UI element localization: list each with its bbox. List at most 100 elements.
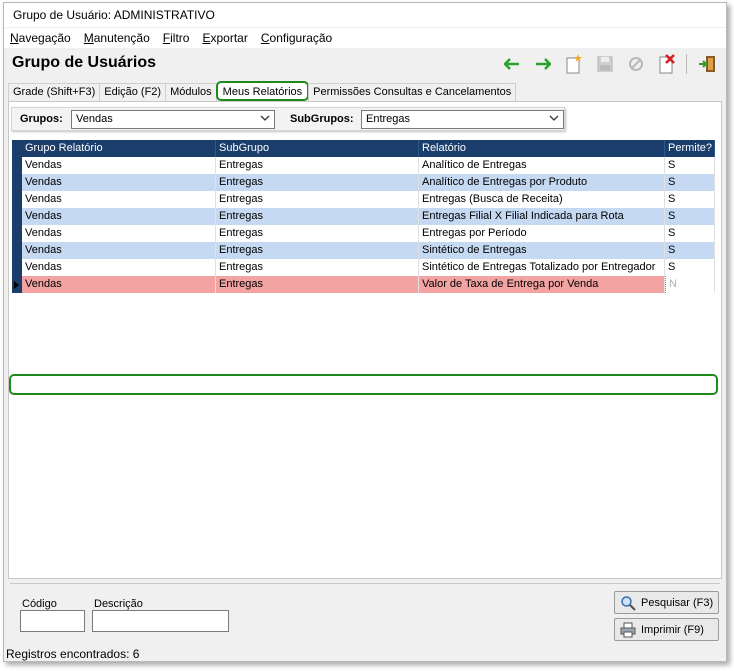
- cell-relatorio: Sintético de Entregas Totalizado por Ent…: [419, 259, 665, 276]
- row-indicator: [12, 242, 22, 259]
- cell-relatorio: Entregas Filial X Filial Indicada para R…: [419, 208, 665, 225]
- arrow-right-icon[interactable]: [532, 53, 554, 75]
- cell-grupo: Vendas: [22, 225, 216, 242]
- cell-subgrupo: Entregas: [216, 174, 419, 191]
- table-row[interactable]: Vendas Entregas Analítico de Entregas S: [12, 157, 715, 174]
- cell-relatorio: Analítico de Entregas por Produto: [419, 174, 665, 191]
- descricao-label: Descrição: [94, 598, 143, 610]
- cell-grupo: Vendas: [22, 242, 216, 259]
- row-indicator: [12, 157, 22, 174]
- pesquisar-label: Pesquisar (F3): [641, 596, 714, 609]
- menu-exportar[interactable]: Exportar: [202, 31, 247, 45]
- cell-permite[interactable]: S: [665, 174, 715, 191]
- delete-icon[interactable]: [656, 53, 678, 75]
- search-icon: [620, 595, 636, 611]
- cell-subgrupo: Entregas: [216, 191, 419, 208]
- row-indicator: [12, 259, 22, 276]
- cell-permite[interactable]: S: [665, 208, 715, 225]
- row-indicator: [12, 276, 22, 293]
- subgrupos-label: SubGrupos:: [290, 113, 354, 125]
- cell-subgrupo: Entregas: [216, 225, 419, 242]
- codigo-field[interactable]: [20, 610, 85, 632]
- search-area: Código Descrição Pesquisar (F3) Imprimir…: [8, 583, 722, 645]
- current-row-arrow-icon: [14, 281, 19, 289]
- pesquisar-button[interactable]: Pesquisar (F3): [614, 591, 719, 614]
- new-document-icon[interactable]: [563, 53, 585, 75]
- tab-modulos[interactable]: Módulos: [165, 83, 217, 101]
- cell-subgrupo: Entregas: [216, 208, 419, 225]
- toolbar: [492, 53, 718, 75]
- cell-grupo: Vendas: [22, 259, 216, 276]
- tab-meus-relatorios[interactable]: Meus Relatórios: [215, 81, 310, 101]
- cell-relatorio: Valor de Taxa de Entrega por Venda: [419, 276, 665, 293]
- cell-relatorio: Sintético de Entregas: [419, 242, 665, 259]
- cancel-icon[interactable]: [625, 53, 647, 75]
- table-row-selected[interactable]: Vendas Entregas Valor de Taxa de Entrega…: [12, 276, 715, 293]
- col-permite[interactable]: Permite?: [665, 140, 715, 157]
- divider: [10, 583, 720, 584]
- col-relatorio[interactable]: Relatório: [419, 140, 665, 157]
- cell-relatorio: Entregas (Busca de Receita): [419, 191, 665, 208]
- reports-grid: Grupo Relatório SubGrupo Relatório Permi…: [9, 140, 718, 395]
- chevron-down-icon: [549, 113, 559, 126]
- cell-permite[interactable]: S: [665, 259, 715, 276]
- tab-edicao[interactable]: Edição (F2): [99, 83, 167, 101]
- cell-subgrupo: Entregas: [216, 276, 419, 293]
- subgrupos-select[interactable]: Entregas: [361, 110, 564, 129]
- grid-header: Grupo Relatório SubGrupo Relatório Permi…: [12, 140, 715, 157]
- subgrupos-value: Entregas: [366, 113, 411, 125]
- chevron-down-icon: [260, 113, 270, 126]
- main-window: Grupo de Usuário: ADMINISTRATIVO Navegaç…: [3, 2, 727, 662]
- selected-row-highlight: [9, 374, 718, 395]
- descricao-field[interactable]: [92, 610, 229, 632]
- table-row[interactable]: Vendas Entregas Sintético de Entregas S: [12, 242, 715, 259]
- toolbar-separator: [686, 54, 687, 74]
- exit-icon[interactable]: [696, 53, 718, 75]
- tab-bar: Grade (Shift+F3) Edição (F2) Módulos Meu…: [8, 81, 517, 101]
- menu-manutencao[interactable]: Manutenção: [84, 31, 150, 45]
- menu-filtro[interactable]: Filtro: [163, 31, 190, 45]
- cell-permite[interactable]: S: [665, 225, 715, 242]
- menu-bar: Navegação Manutenção Filtro Exportar Con…: [4, 28, 726, 48]
- col-grupo-relatorio[interactable]: Grupo Relatório: [22, 140, 216, 157]
- menu-configuracao[interactable]: Configuração: [261, 31, 332, 45]
- row-indicator: [12, 225, 22, 242]
- cell-permite[interactable]: S: [665, 191, 715, 208]
- cell-grupo: Vendas: [22, 174, 216, 191]
- cell-grupo: Vendas: [22, 276, 216, 293]
- table-row[interactable]: Vendas Entregas Entregas Filial X Filial…: [12, 208, 715, 225]
- cell-grupo: Vendas: [22, 191, 216, 208]
- tab-grade[interactable]: Grade (Shift+F3): [8, 83, 101, 101]
- row-indicator: [12, 140, 22, 157]
- menu-navegacao[interactable]: Navegação: [10, 31, 71, 45]
- table-row[interactable]: Vendas Entregas Entregas (Busca de Recei…: [12, 191, 715, 208]
- codigo-label: Código: [22, 598, 57, 610]
- col-subgrupo[interactable]: SubGrupo: [216, 140, 419, 157]
- cell-permite[interactable]: N: [665, 276, 715, 293]
- cell-relatorio: Analítico de Entregas: [419, 157, 665, 174]
- cell-permite[interactable]: S: [665, 157, 715, 174]
- cell-subgrupo: Entregas: [216, 157, 419, 174]
- row-indicator: [12, 174, 22, 191]
- imprimir-button[interactable]: Imprimir (F9): [614, 618, 719, 641]
- window-title: Grupo de Usuário: ADMINISTRATIVO: [4, 3, 726, 27]
- row-indicator: [12, 191, 22, 208]
- cell-relatorio: Entregas por Período: [419, 225, 665, 242]
- imprimir-label: Imprimir (F9): [641, 623, 704, 636]
- table-row[interactable]: Vendas Entregas Sintético de Entregas To…: [12, 259, 715, 276]
- cell-permite[interactable]: S: [665, 242, 715, 259]
- status-bar: Registros encontrados: 6: [6, 647, 140, 661]
- cell-subgrupo: Entregas: [216, 259, 419, 276]
- grupos-label: Grupos:: [20, 113, 63, 125]
- grupos-value: Vendas: [76, 113, 113, 125]
- arrow-left-icon[interactable]: [501, 53, 523, 75]
- save-icon[interactable]: [594, 53, 616, 75]
- grupos-select[interactable]: Vendas: [71, 110, 275, 129]
- table-row[interactable]: Vendas Entregas Analítico de Entregas po…: [12, 174, 715, 191]
- table-row[interactable]: Vendas Entregas Entregas por Período S: [12, 225, 715, 242]
- printer-icon: [620, 622, 636, 638]
- row-indicator: [12, 208, 22, 225]
- header: Grupo de Usuários: [4, 49, 726, 79]
- tab-permissoes[interactable]: Permissões Consultas e Cancelamentos: [308, 83, 517, 101]
- cell-grupo: Vendas: [22, 157, 216, 174]
